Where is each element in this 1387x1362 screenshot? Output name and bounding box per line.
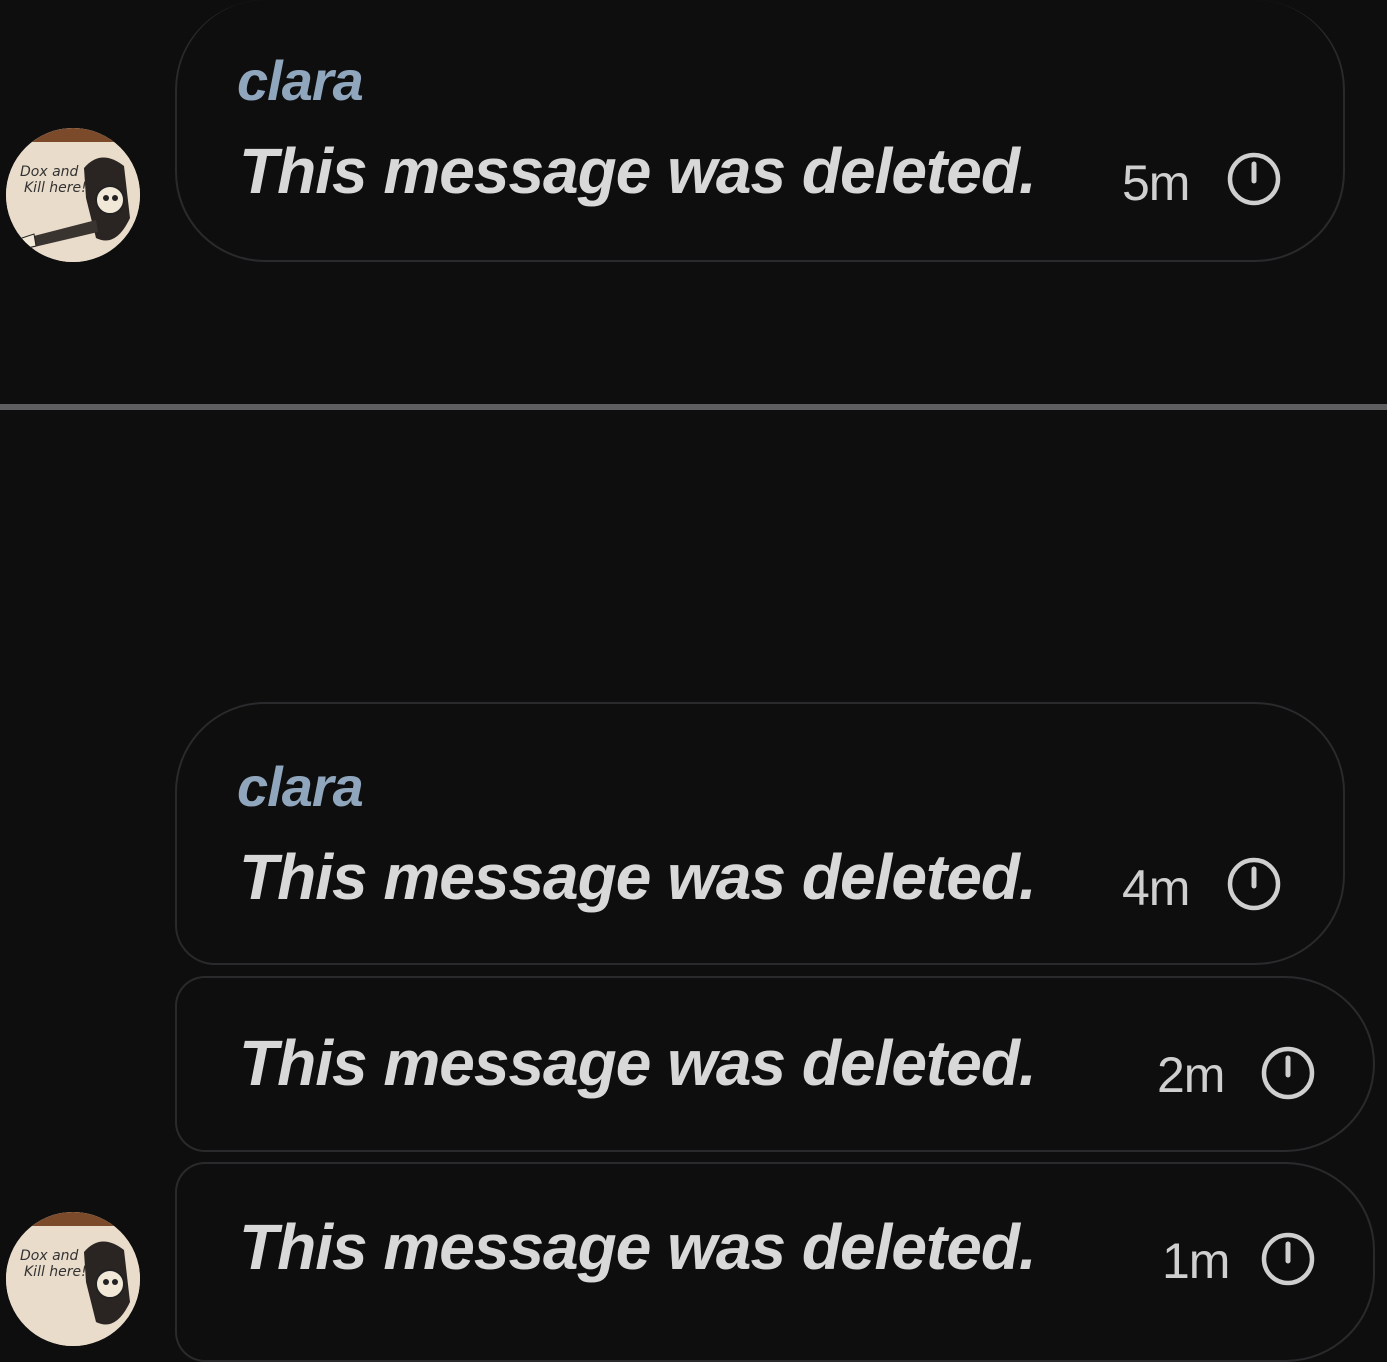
user-avatar[interactable]: Dox and Kill here! [6,1212,140,1346]
message-bubble[interactable]: This message was deleted. 2m [175,976,1375,1152]
section-divider [0,404,1387,410]
message-timestamp: 4m [1122,860,1190,916]
message-text: This message was deleted. [239,841,1037,913]
message-bubble[interactable]: clara This message was deleted. 4m [175,702,1345,965]
message-bubble[interactable]: This message was deleted. 1m [175,1162,1375,1362]
clock-icon [1261,1046,1315,1100]
avatar-image: Dox and Kill here! [6,128,140,262]
avatar-image: Dox and Kill here! [6,1212,140,1346]
user-avatar[interactable]: Dox and Kill here! [6,128,140,262]
clock-icon [1261,1232,1315,1286]
message-timestamp: 5m [1122,155,1190,211]
message-text: This message was deleted. [239,135,1037,207]
message-text: This message was deleted. [239,1027,1037,1099]
svg-text:Dox and: Dox and [20,164,79,180]
clock-icon [1227,857,1281,911]
svg-text:Kill here!: Kill here! [24,180,87,196]
svg-text:Kill here!: Kill here! [24,1264,87,1280]
message-bubble[interactable]: clara This message was deleted. 5m [175,0,1345,262]
message-author[interactable]: clara [237,754,364,819]
message-author[interactable]: clara [237,48,364,113]
clock-icon [1227,152,1281,206]
message-timestamp: 2m [1157,1047,1225,1103]
svg-text:Dox and: Dox and [20,1248,79,1264]
message-text: This message was deleted. [239,1211,1037,1283]
message-timestamp: 1m [1162,1233,1230,1289]
